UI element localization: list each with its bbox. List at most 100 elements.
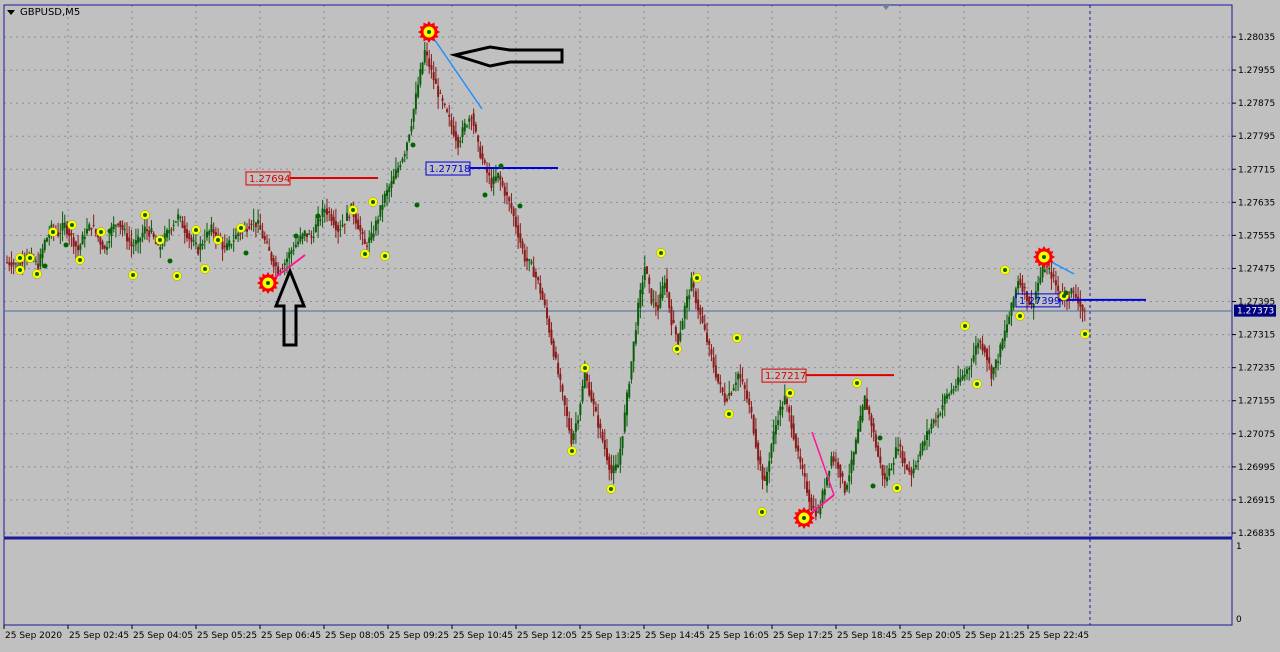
candle-body bbox=[354, 214, 357, 224]
candle-body bbox=[1039, 277, 1042, 283]
candle-body bbox=[917, 460, 920, 463]
candle-body bbox=[770, 444, 773, 458]
candle-body bbox=[88, 224, 91, 231]
candle-body bbox=[841, 473, 844, 477]
candle-body bbox=[694, 291, 697, 304]
candle-body bbox=[581, 386, 584, 402]
candle-body bbox=[239, 233, 242, 235]
candle-body bbox=[792, 423, 795, 440]
candle-body bbox=[414, 93, 417, 110]
candle-body bbox=[343, 223, 346, 225]
current-price-label: 1.27373 bbox=[1237, 307, 1274, 317]
candle-body bbox=[779, 406, 782, 416]
candle-body bbox=[139, 238, 142, 242]
candle-body bbox=[559, 373, 562, 380]
y-tick-label: 1.27555 bbox=[1238, 231, 1275, 241]
candle-body bbox=[857, 428, 860, 443]
candle-body bbox=[859, 415, 862, 432]
candle-body bbox=[846, 484, 848, 490]
chart-window[interactable]: 1.27694 1.27718 1.27217 1.27399 1.28035 1.27… bbox=[0, 0, 1280, 648]
candle-body bbox=[417, 84, 420, 97]
candle-body bbox=[377, 219, 380, 224]
candle-body bbox=[986, 349, 988, 361]
candle-body bbox=[943, 395, 946, 405]
candle-body bbox=[77, 245, 80, 251]
candle-body bbox=[666, 278, 668, 293]
price-chart[interactable]: 1.27694 1.27718 1.27217 1.27399 1.28035 1.27… bbox=[0, 0, 1280, 648]
candle-body bbox=[250, 223, 253, 226]
swing-point-dot bbox=[609, 487, 613, 491]
y-tick-label: 1.27155 bbox=[1238, 397, 1275, 407]
candle-body bbox=[21, 262, 24, 264]
candle-body bbox=[14, 263, 17, 265]
candle-body bbox=[788, 406, 791, 413]
chart-menu-icon[interactable] bbox=[7, 10, 15, 15]
candle-body bbox=[730, 393, 733, 395]
candle-body bbox=[123, 229, 126, 231]
swing-point-dot bbox=[1083, 332, 1087, 336]
candle-body bbox=[481, 153, 484, 160]
candle-body bbox=[761, 466, 764, 480]
x-tick-label: 25 Sep 04:05 bbox=[133, 631, 193, 641]
candle-body bbox=[263, 236, 266, 241]
candle-body bbox=[246, 229, 248, 232]
candle-body bbox=[466, 125, 468, 127]
candle-body bbox=[68, 229, 71, 237]
candle-body bbox=[186, 229, 188, 239]
y-tick-label: 1.27715 bbox=[1238, 165, 1275, 175]
candle-body bbox=[1043, 269, 1046, 272]
x-tick-label: 25 Sep 21:25 bbox=[965, 631, 1025, 641]
candle-body bbox=[501, 180, 504, 186]
price-level-label: 1.27694 bbox=[249, 174, 290, 185]
candle-body bbox=[312, 236, 315, 238]
pivot-dot bbox=[42, 263, 48, 269]
candle-body bbox=[763, 475, 766, 482]
candle-body bbox=[8, 262, 11, 265]
candle-body bbox=[552, 340, 555, 357]
candle-body bbox=[568, 417, 571, 431]
candle-body bbox=[234, 234, 237, 239]
candle-body bbox=[332, 216, 335, 226]
candle-body bbox=[990, 365, 993, 379]
candle-body bbox=[397, 167, 400, 173]
x-tick-label: 25 Sep 18:45 bbox=[837, 631, 897, 641]
candle-body bbox=[403, 154, 406, 157]
candle-body bbox=[701, 316, 704, 323]
candle-body bbox=[1046, 266, 1048, 268]
candle-body bbox=[626, 392, 628, 416]
candle-body bbox=[703, 324, 706, 330]
candle-body bbox=[457, 136, 460, 148]
x-tick-label: 25 Sep 22:45 bbox=[1029, 631, 1089, 641]
candle-body bbox=[119, 220, 122, 228]
candle-body bbox=[126, 233, 128, 242]
swing-point-dot bbox=[239, 226, 243, 230]
candle-body bbox=[557, 362, 560, 375]
candle-body bbox=[517, 225, 520, 238]
sub-window-scale: 1 0 bbox=[1236, 542, 1242, 625]
candle-body bbox=[977, 343, 980, 348]
candle-body bbox=[270, 252, 273, 261]
candle-body bbox=[632, 341, 635, 362]
candle-body bbox=[961, 375, 964, 380]
candle-body bbox=[866, 398, 868, 410]
candle-body bbox=[652, 299, 655, 301]
candle-body bbox=[432, 72, 435, 81]
candle-body bbox=[1019, 278, 1022, 285]
candle-body bbox=[468, 118, 471, 122]
candle-body bbox=[830, 456, 833, 467]
candle-body bbox=[337, 225, 340, 232]
candle-body bbox=[923, 440, 926, 446]
candle-body bbox=[997, 361, 1000, 363]
candle-body bbox=[817, 511, 820, 513]
candle-body bbox=[868, 406, 871, 415]
candle-body bbox=[183, 225, 186, 234]
candle-body bbox=[174, 221, 177, 223]
candle-body bbox=[550, 329, 553, 344]
pivot-dot bbox=[517, 203, 523, 209]
candle-body bbox=[794, 434, 797, 449]
candle-body bbox=[272, 258, 275, 267]
swing-point-dot bbox=[583, 366, 587, 370]
swing-point-dot bbox=[1018, 314, 1022, 318]
candle-body bbox=[439, 92, 442, 94]
candle-body bbox=[768, 461, 771, 472]
